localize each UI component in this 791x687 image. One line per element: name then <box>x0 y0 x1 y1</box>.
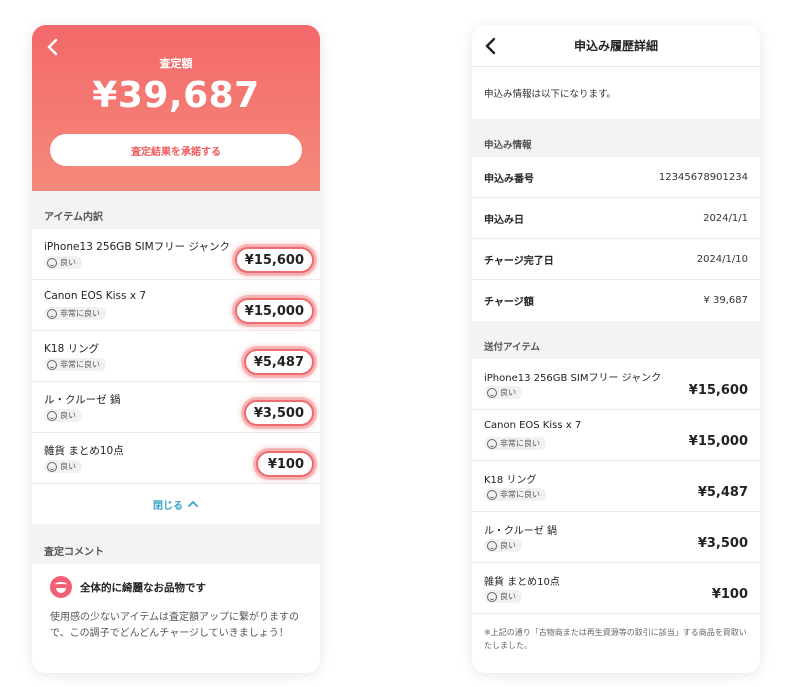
item-price: ¥15,000 <box>688 434 748 449</box>
item-price: ¥100 <box>711 587 748 602</box>
condition-label: 良い <box>60 258 76 267</box>
comment-title: 全体的に綺麗なお品物です <box>80 581 206 594</box>
list-item: K18 リング 非常に良い ¥5,487 <box>472 461 760 512</box>
item-name: ル・クルーゼ 鍋 <box>484 526 557 537</box>
accept-button[interactable]: 査定結果を承諾する <box>50 134 302 166</box>
condition-label: 良い <box>500 592 516 601</box>
info-key: チャージ完了日 <box>484 255 554 267</box>
happy-face-icon <box>50 576 72 598</box>
item-price: ¥5,487 <box>243 349 314 375</box>
condition-label: 非常に良い <box>500 490 540 499</box>
smile-face-icon <box>47 359 57 370</box>
condition-label: 非常に良い <box>60 360 100 369</box>
comment-body: 使用感の少ないアイテムは査定額アップに繋がりますので、この調子でどんどんチャージ… <box>50 612 299 639</box>
item-name: Canon EOS Kiss x 7 <box>44 290 147 302</box>
condition-badge: 良い <box>484 386 522 399</box>
item-name: 雑貨 まとめ10点 <box>484 577 560 588</box>
smile-face-icon <box>47 410 57 421</box>
info-row: チャージ額 ¥ 39,687 <box>472 280 760 321</box>
item-name: Canon EOS Kiss x 7 <box>484 420 582 431</box>
item-name: 雑貨 まとめ10点 <box>44 445 124 457</box>
list-item: ル・クルーゼ 鍋 良い ¥3,500 <box>32 382 320 433</box>
page-title: 申込み履歴詳細 <box>573 39 658 53</box>
info-value: 12345678901234 <box>658 171 748 183</box>
item-name: K18 リング <box>44 343 100 355</box>
assessment-label: 査定額 <box>159 57 193 70</box>
info-row: チャージ完了日 2024/1/10 <box>472 239 760 280</box>
info-row: 申込み番号 12345678901234 <box>472 157 760 198</box>
item-price: ¥100 <box>256 451 314 477</box>
comment-title-row: 全体的に綺麗なお品物です <box>32 564 320 598</box>
item-price: ¥5,487 <box>697 485 748 500</box>
condition-label: 非常に良い <box>500 439 540 448</box>
condition-badge: 良い <box>44 409 82 422</box>
smile-face-icon <box>487 591 497 602</box>
smile-face-icon <box>47 308 57 319</box>
assessment-amount: ¥39,687 <box>92 75 260 116</box>
items-section-label: 送付アイテム <box>472 321 760 359</box>
list-item: 雑貨 まとめ10点 良い ¥100 <box>32 433 320 484</box>
info-value: 2024/1/1 <box>703 212 748 224</box>
info-value: 2024/1/10 <box>696 253 748 265</box>
info-key: 申込み番号 <box>484 173 534 185</box>
list-item: iPhone13 256GB SIMフリー ジャンク 良い ¥15,600 <box>472 359 760 410</box>
condition-label: 良い <box>500 388 516 397</box>
list-item: ル・クルーゼ 鍋 良い ¥3,500 <box>472 512 760 563</box>
condition-label: 良い <box>60 462 76 471</box>
smile-face-icon <box>47 461 57 472</box>
info-key: チャージ額 <box>484 297 534 308</box>
list-item: Canon EOS Kiss x 7 非常に良い ¥15,000 <box>32 280 320 331</box>
condition-badge: 良い <box>44 256 82 269</box>
condition-label: 非常に良い <box>60 309 100 318</box>
smile-face-icon <box>47 257 57 268</box>
back-button[interactable] <box>44 37 64 57</box>
item-price: ¥15,600 <box>688 383 748 398</box>
condition-badge: 非常に良い <box>44 307 106 320</box>
chevron-up-icon <box>188 500 198 507</box>
back-button[interactable] <box>482 36 502 56</box>
item-name: K18 リング <box>484 475 537 486</box>
condition-label: 良い <box>60 411 76 420</box>
item-name: iPhone13 256GB SIMフリー ジャンク <box>44 241 230 253</box>
info-value: ¥ 39,687 <box>703 295 748 306</box>
condition-badge: 良い <box>44 460 82 473</box>
list-item: iPhone13 256GB SIMフリー ジャンク 良い ¥15,600 <box>32 229 320 280</box>
condition-badge: 良い <box>484 539 522 552</box>
assessment-header: 査定額 ¥39,687 査定結果を承諾する <box>32 25 320 191</box>
item-price: ¥15,600 <box>234 247 314 273</box>
items-section-label: アイテム内訳 <box>32 191 320 229</box>
chevron-left-icon <box>47 38 58 56</box>
item-name: iPhone13 256GB SIMフリー ジャンク <box>484 373 662 384</box>
list-item: 雑貨 まとめ10点 良い ¥100 <box>472 563 760 614</box>
info-row: 申込み日 2024/1/1 <box>472 198 760 239</box>
condition-label: 良い <box>500 541 516 550</box>
smile-face-icon <box>487 387 497 398</box>
application-detail-screen: 申込み履歴詳細 申込み情報は以下になります。 申込み情報 申込み番号 123456… <box>472 25 760 673</box>
item-name: ル・クルーゼ 鍋 <box>44 394 121 406</box>
footnote: ※上記の通り「古物商または再生資源等の取引に該当」する商品を買取いたしました。 <box>484 628 747 650</box>
close-label: 閉じる <box>153 500 183 512</box>
nav-header: 申込み履歴詳細 <box>472 25 760 67</box>
condition-badge: 非常に良い <box>484 488 546 501</box>
condition-badge: 良い <box>484 590 522 603</box>
list-item: K18 リング 非常に良い ¥5,487 <box>32 331 320 382</box>
smile-face-icon <box>487 438 497 449</box>
item-price: ¥3,500 <box>697 536 748 551</box>
item-price: ¥15,000 <box>234 298 314 324</box>
close-button[interactable]: 閉じる <box>32 484 320 524</box>
info-section-label: 申込み情報 <box>472 119 760 157</box>
info-key: 申込み日 <box>484 214 524 226</box>
smile-face-icon <box>487 540 497 551</box>
intro-text: 申込み情報は以下になります。 <box>484 89 617 100</box>
condition-badge: 非常に良い <box>44 358 106 371</box>
chevron-left-icon <box>485 37 496 55</box>
item-list: iPhone13 256GB SIMフリー ジャンク 良い ¥15,600 Ca… <box>32 229 320 484</box>
assessment-screen: 査定額 ¥39,687 査定結果を承諾する アイテム内訳 iPhone13 25… <box>32 25 320 673</box>
item-price: ¥3,500 <box>243 400 314 426</box>
condition-badge: 非常に良い <box>484 437 546 450</box>
list-item: Canon EOS Kiss x 7 非常に良い ¥15,000 <box>472 410 760 461</box>
comment-section-label: 査定コメント <box>32 524 320 564</box>
smile-face-icon <box>487 489 497 500</box>
